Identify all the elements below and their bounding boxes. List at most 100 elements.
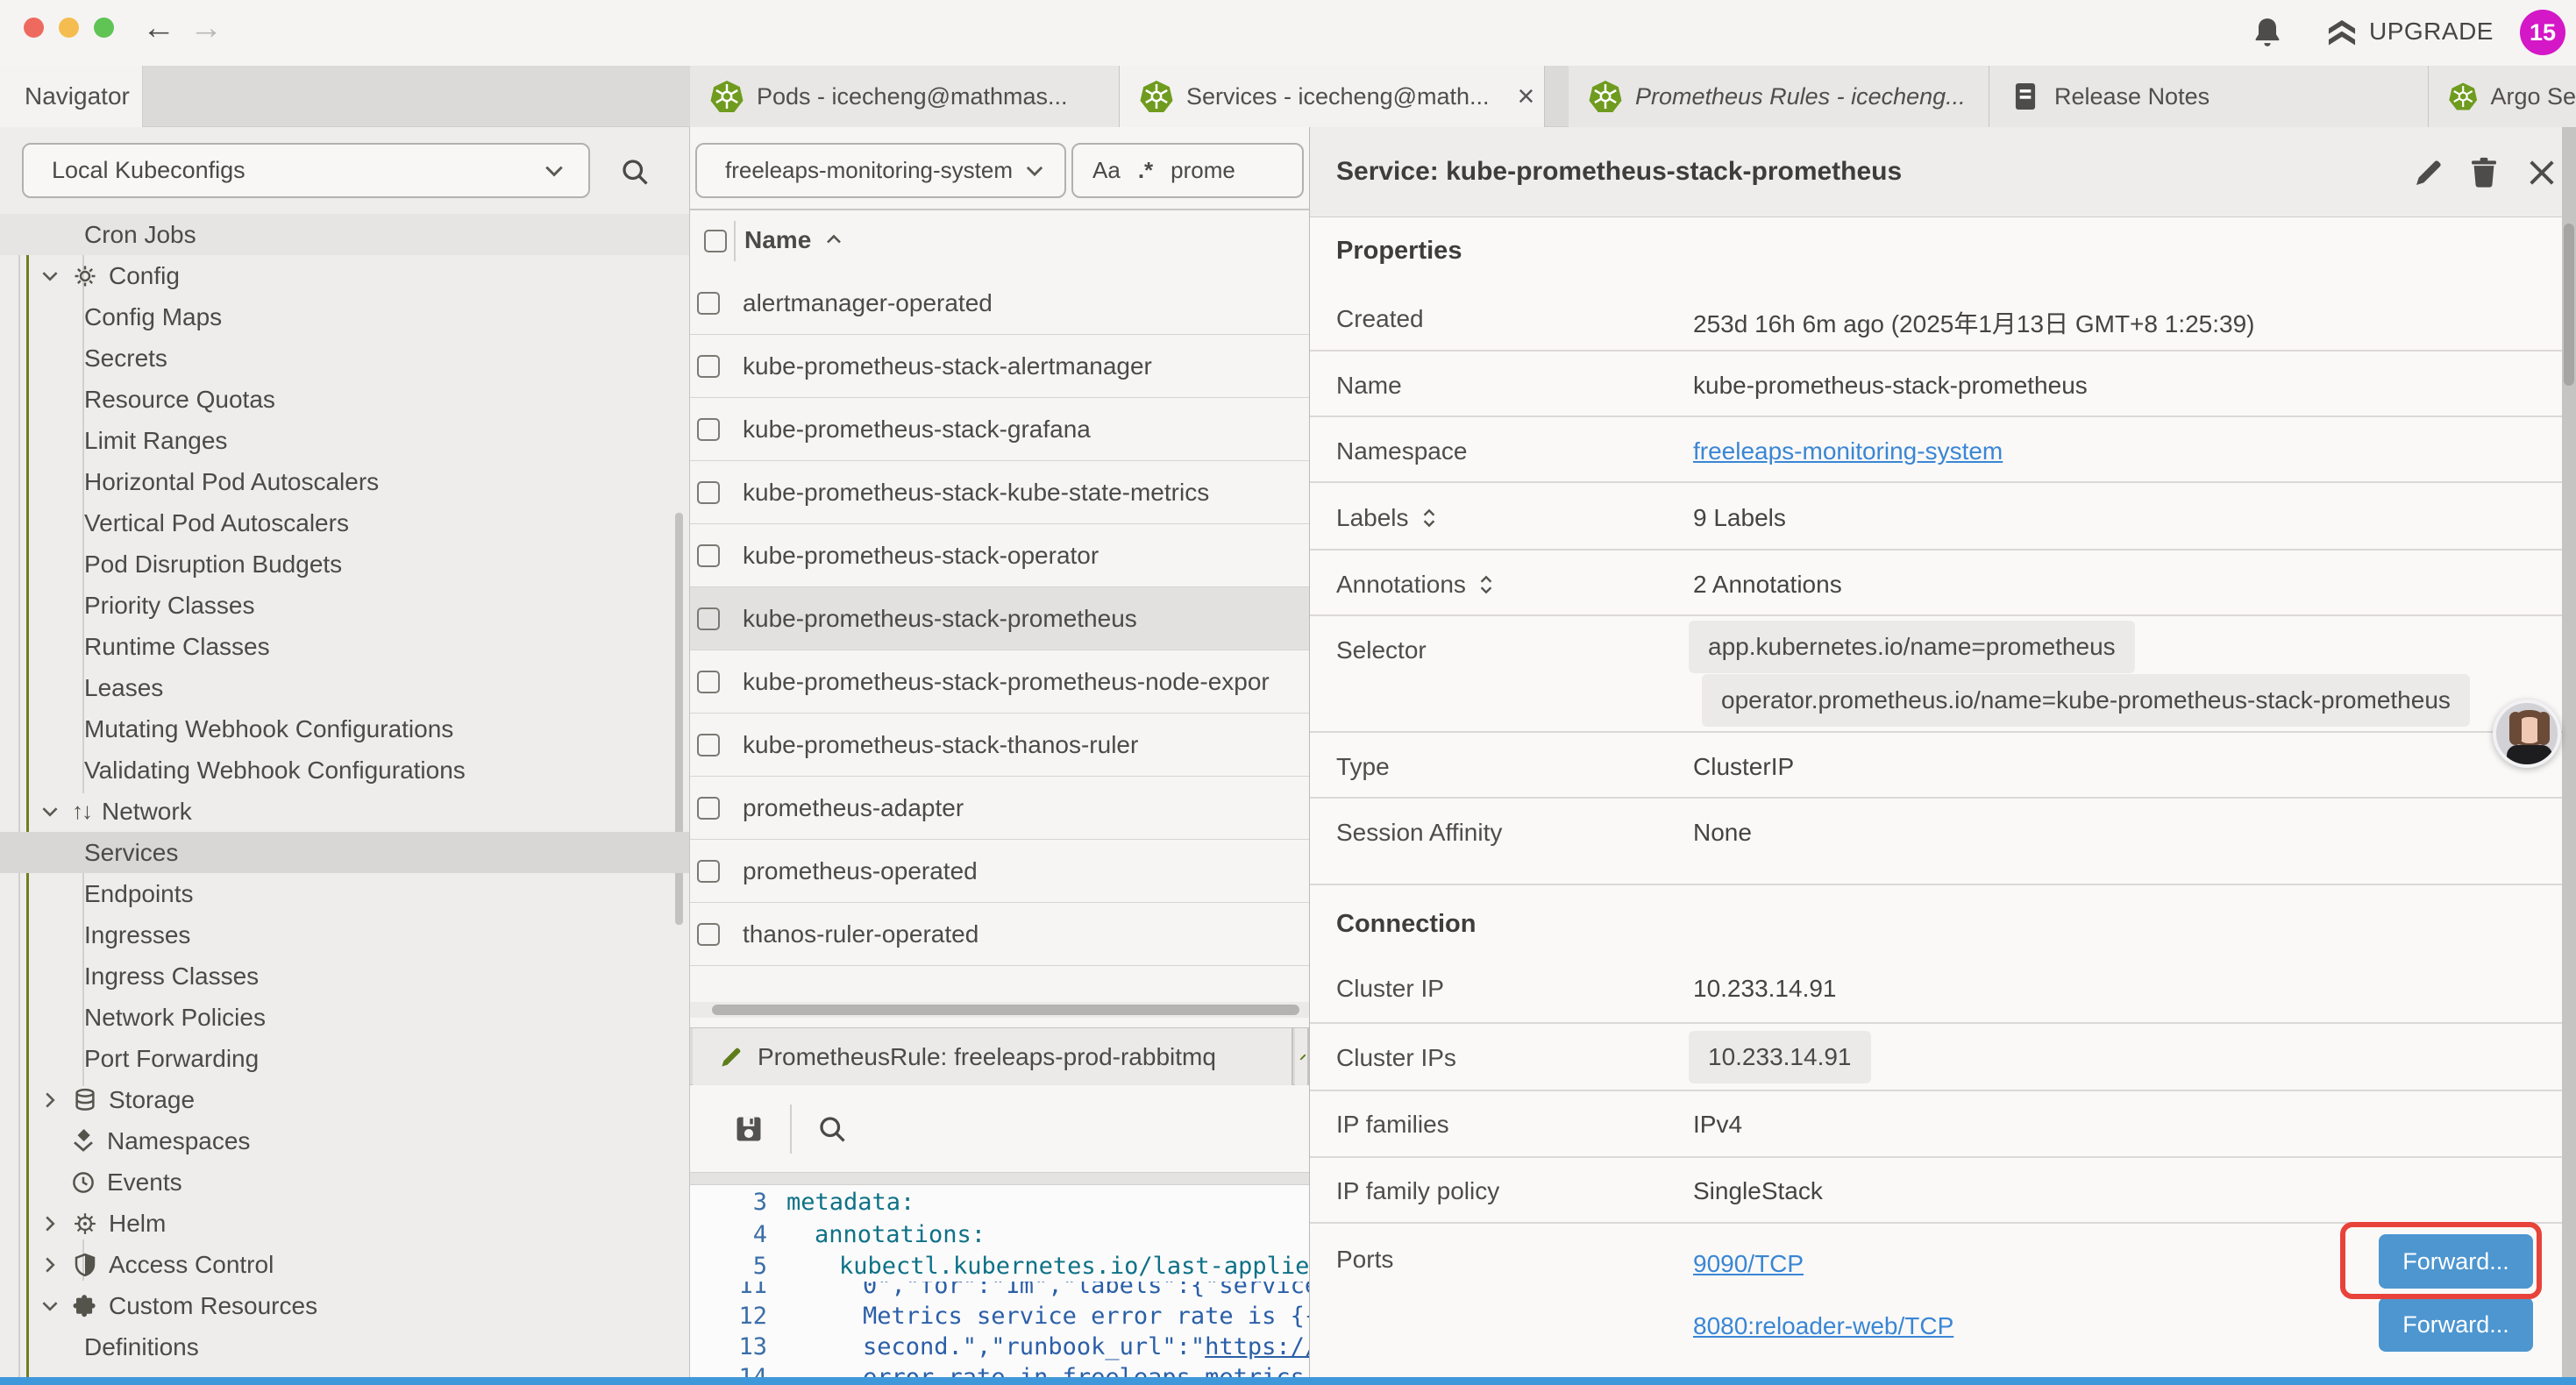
property-label: Labels (1336, 504, 1441, 532)
sidebar-item-config[interactable]: Config (0, 255, 690, 296)
namespace-filter-select[interactable]: freeleaps-monitoring-system (695, 143, 1066, 198)
editor-tab-partial[interactable] (1295, 1028, 1309, 1086)
sidebar-item-runtime-classes[interactable]: Runtime Classes (0, 626, 690, 667)
sidebar-item-helm[interactable]: Helm (0, 1203, 690, 1244)
table-row-selected[interactable]: kube-prometheus-stack-prometheus (690, 587, 1309, 650)
table-row[interactable]: kube-prometheus-stack-kube-state-metrics (690, 461, 1309, 524)
sidebar-item-cron-jobs[interactable]: Cron Jobs (0, 214, 690, 255)
traffic-light-close[interactable] (24, 18, 44, 38)
row-checkbox[interactable] (697, 734, 720, 756)
scrollbar-thumb[interactable] (712, 1005, 1299, 1015)
sidebar-item-storage[interactable]: Storage (0, 1079, 690, 1120)
save-icon[interactable] (732, 1112, 765, 1146)
sidebar-item-label: Custom Resources (109, 1292, 317, 1320)
sidebar-item-pod-disruption-budgets[interactable]: Pod Disruption Budgets (0, 543, 690, 585)
close-tab-icon[interactable]: × (1518, 82, 1535, 111)
property-label: Selector (1336, 636, 1427, 664)
table-row[interactable]: prometheus-operated (690, 840, 1309, 903)
row-checkbox[interactable] (697, 355, 720, 378)
row-checkbox[interactable] (697, 797, 720, 820)
tab-services[interactable]: Services - icecheng@math... × (1120, 66, 1545, 127)
sidebar-item-namespaces[interactable]: Namespaces (0, 1120, 690, 1161)
table-row[interactable]: thanos-ruler-operated (690, 903, 1309, 966)
table-row[interactable]: prometheus-adapter (690, 777, 1309, 840)
sidebar-item-custom-resources[interactable]: Custom Resources (0, 1285, 690, 1326)
sidebar-item-secrets[interactable]: Secrets (0, 337, 690, 379)
edit-icon[interactable] (2410, 154, 2447, 191)
service-name: kube-prometheus-stack-prometheus-node-ex… (743, 668, 1270, 696)
sidebar-item-limit-ranges[interactable]: Limit Ranges (0, 420, 690, 461)
row-checkbox[interactable] (697, 671, 720, 693)
forward-arrow-icon[interactable]: → (189, 10, 223, 47)
select-all-checkbox[interactable] (704, 230, 727, 252)
expand-collapse-icon[interactable] (1418, 507, 1441, 529)
trash-icon[interactable] (2466, 154, 2502, 191)
table-search-input[interactable]: Aa .* prome (1071, 143, 1304, 198)
row-checkbox[interactable] (697, 923, 720, 946)
back-arrow-icon[interactable]: ← (142, 10, 175, 47)
sidebar-item-label: Port Forwarding (84, 1045, 259, 1073)
bell-icon[interactable] (2250, 15, 2285, 50)
traffic-light-zoom[interactable] (94, 18, 114, 38)
sidebar-item-port-forwarding[interactable]: Port Forwarding (0, 1038, 690, 1079)
namespace-link[interactable]: freeleaps-monitoring-system (1693, 437, 2003, 465)
avatar[interactable] (2493, 700, 2561, 768)
close-icon[interactable] (2523, 154, 2560, 191)
sidebar-item-validating-webhook-configurations[interactable]: Validating Webhook Configurations (0, 749, 690, 791)
search-icon[interactable] (619, 156, 651, 188)
window-scrollbar-thumb[interactable] (2564, 224, 2574, 386)
sidebar-item-services[interactable]: Services (0, 832, 690, 873)
traffic-light-minimize[interactable] (59, 18, 79, 38)
upgrade-label[interactable]: UPGRADE (2369, 18, 2494, 46)
property-value: IPv4 (1693, 1111, 1742, 1139)
table-row[interactable]: kube-prometheus-stack-alertmanager (690, 335, 1309, 398)
sidebar-item-horizontal-pod-autoscalers[interactable]: Horizontal Pod Autoscalers (0, 461, 690, 502)
sidebar-item-ingress-classes[interactable]: Ingress Classes (0, 955, 690, 997)
table-row[interactable]: alertmanager-operated (690, 272, 1309, 335)
kubeconfig-selector[interactable]: Local Kubeconfigs (22, 143, 590, 198)
row-checkbox[interactable] (697, 860, 720, 883)
sidebar-item-vertical-pod-autoscalers[interactable]: Vertical Pod Autoscalers (0, 502, 690, 543)
yaml-editor[interactable]: 3 metadata: 4 annotations: 5 kubectl.kub… (690, 1185, 1309, 1385)
table-row[interactable]: kube-prometheus-stack-operator (690, 524, 1309, 587)
sidebar-item-access-control[interactable]: Access Control (0, 1244, 690, 1285)
table-row[interactable]: kube-prometheus-stack-grafana (690, 398, 1309, 461)
sidebar-item-priority-classes[interactable]: Priority Classes (0, 585, 690, 626)
sidebar-item-resource-quotas[interactable]: Resource Quotas (0, 379, 690, 420)
tab-release-notes[interactable]: Release Notes (1989, 66, 2429, 127)
table-row[interactable]: kube-prometheus-stack-thanos-ruler (690, 714, 1309, 777)
port-link-9090[interactable]: 9090/TCP (1693, 1250, 1804, 1278)
sidebar-item-endpoints[interactable]: Endpoints (0, 873, 690, 914)
forward-button-8080[interactable]: Forward... (2379, 1297, 2533, 1352)
sidebar-item-network[interactable]: ↑↓ Network (0, 791, 690, 832)
tab-prometheus-rules[interactable]: Prometheus Rules - icecheng... (1569, 66, 1989, 127)
sidebar-item-leases[interactable]: Leases (0, 667, 690, 708)
editor-tab-prometheusrule[interactable]: PrometheusRule: freeleaps-prod-rabbitmq (693, 1028, 1293, 1086)
sidebar-item-events[interactable]: Events (0, 1161, 690, 1203)
sidebar-item-network-policies[interactable]: Network Policies (0, 997, 690, 1038)
notification-badge[interactable]: 15 (2520, 10, 2565, 55)
sidebar-item-config-maps[interactable]: Config Maps (0, 296, 690, 337)
row-checkbox[interactable] (697, 418, 720, 441)
table-row[interactable]: kube-prometheus-stack-prometheus-node-ex… (690, 650, 1309, 714)
port-link-8080[interactable]: 8080:reloader-web/TCP (1693, 1312, 1953, 1340)
row-checkbox[interactable] (697, 292, 720, 315)
match-case-icon[interactable]: Aa (1092, 157, 1121, 184)
tab-label: Services - icecheng@math... (1186, 83, 1490, 110)
tab-argo[interactable]: Argo Se (2429, 66, 2576, 127)
sidebar-item-definitions[interactable]: Definitions (0, 1326, 690, 1367)
column-header-name[interactable]: Name (744, 226, 844, 254)
sidebar-item-mutating-webhook-configurations[interactable]: Mutating Webhook Configurations (0, 708, 690, 749)
tab-navigator[interactable]: Navigator (0, 66, 143, 127)
tab-pods[interactable]: Pods - icecheng@mathmas... (690, 66, 1120, 127)
search-icon[interactable] (816, 1113, 848, 1145)
sidebar-item-ingresses[interactable]: Ingresses (0, 914, 690, 955)
regex-icon[interactable]: .* (1138, 157, 1153, 184)
row-checkbox[interactable] (697, 607, 720, 630)
row-checkbox[interactable] (697, 544, 720, 567)
yaml-link[interactable]: https://net (1205, 1333, 1309, 1360)
horizontal-scrollbar[interactable] (690, 1002, 1309, 1018)
upgrade-icon[interactable] (2325, 17, 2359, 50)
expand-collapse-icon[interactable] (1475, 573, 1498, 596)
row-checkbox[interactable] (697, 481, 720, 504)
